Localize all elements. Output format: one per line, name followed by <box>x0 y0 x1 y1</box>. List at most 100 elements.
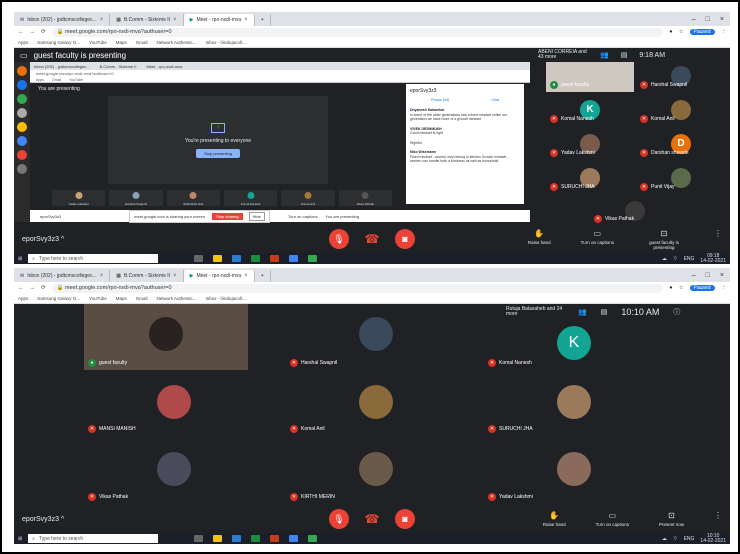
browser-tab[interactable]: ✉ Inbox (202) - jpdtcmscollegec... × <box>14 270 111 282</box>
bookmark[interactable]: Maps <box>116 40 127 45</box>
tab-chat[interactable]: Chat <box>491 98 498 102</box>
app-icon[interactable] <box>308 255 318 262</box>
close-window-icon[interactable]: × <box>720 16 724 23</box>
word-icon[interactable] <box>232 535 242 542</box>
taskbar-clock[interactable]: 10:10 14-02-2021 <box>700 533 726 544</box>
more-options-button[interactable]: ⋮ <box>714 229 722 250</box>
close-icon[interactable]: × <box>244 17 248 23</box>
bookmark[interactable]: Apps <box>18 40 28 45</box>
explorer-icon[interactable] <box>213 255 223 262</box>
task-view-icon[interactable] <box>194 535 204 542</box>
ppt-icon[interactable] <box>270 535 280 542</box>
people-icon[interactable]: 👥 <box>578 308 587 316</box>
language[interactable]: ENG <box>684 256 695 262</box>
star-icon[interactable]: ☆ <box>679 29 684 35</box>
forward-icon[interactable]: → <box>30 29 36 35</box>
chat-icon[interactable]: ▤ <box>601 308 608 316</box>
tab-people[interactable]: People (54) <box>431 98 449 102</box>
wifi-icon[interactable]: ⌔ <box>673 256 678 262</box>
app-icon[interactable] <box>308 535 318 542</box>
end-call-button[interactable]: ☎ <box>361 512 383 526</box>
taskbar-search[interactable]: ⌕ Type here to search <box>28 254 159 263</box>
menu-icon[interactable]: ⋮ <box>721 29 727 35</box>
captions-button[interactable]: ▭ Turn on captions <box>596 511 629 527</box>
bookmark[interactable]: Gmail <box>136 296 148 301</box>
close-icon[interactable]: × <box>173 17 177 23</box>
chevron-up-icon[interactable]: ^ <box>61 236 64 243</box>
camera-icon[interactable]: ● <box>669 285 672 291</box>
browser-tab[interactable]: ✉ Inbox (202) - jpdtcmscollegec... × <box>14 14 111 26</box>
chrome-icon[interactable] <box>289 255 299 262</box>
back-icon[interactable]: ← <box>18 29 24 35</box>
wifi-icon[interactable]: ⌔ <box>673 536 678 542</box>
mic-off-button[interactable]: 🎙 <box>329 509 349 529</box>
present-now-button[interactable]: ⊡ Present now <box>659 511 684 527</box>
close-icon[interactable]: × <box>244 273 248 279</box>
new-tab-button[interactable]: + <box>255 270 271 282</box>
meeting-code[interactable]: eporSvy3z3 <box>22 516 59 523</box>
close-icon[interactable]: × <box>173 273 177 279</box>
reload-icon[interactable]: ⟳ <box>41 285 46 291</box>
bookmark[interactable]: Inbox - hindujacoll... <box>206 296 246 301</box>
new-tab-button[interactable]: + <box>255 14 271 26</box>
end-call-button[interactable]: ☎ <box>361 232 383 246</box>
close-window-icon[interactable]: × <box>720 272 724 279</box>
profile-button[interactable]: Paused <box>689 285 715 291</box>
profile-button[interactable]: Paused <box>689 29 715 35</box>
maximize-icon[interactable]: □ <box>706 272 710 279</box>
windows-icon[interactable]: ⊞ <box>18 256 22 262</box>
camera-icon[interactable]: ● <box>669 29 672 35</box>
bookmark[interactable]: YouTube <box>89 296 107 301</box>
bookmark[interactable]: Apps <box>18 296 28 301</box>
bookmark[interactable]: Maps <box>116 296 127 301</box>
url-field[interactable]: 🔒 meet.google.com/rpo-nxdi-mva?authuser=… <box>51 27 664 37</box>
presenting-button[interactable]: ⊡ guest faculty is presenting <box>644 229 684 250</box>
browser-tab-active[interactable]: ▶ Meet - rpo-nxdi-mva × <box>183 14 255 26</box>
reload-icon[interactable]: ⟳ <box>41 29 46 35</box>
ppt-icon[interactable] <box>270 255 280 262</box>
browser-tab[interactable]: ▦ B.Comm - Sixteme II × <box>110 270 184 282</box>
windows-icon[interactable]: ⊞ <box>18 536 22 542</box>
raise-hand-button[interactable]: ✋ Raise hand <box>543 511 566 527</box>
minimize-icon[interactable]: – <box>692 16 696 23</box>
chevron-up-icon[interactable]: ^ <box>61 516 64 523</box>
camera-off-button[interactable]: ◙ <box>395 229 415 249</box>
menu-icon[interactable]: ⋮ <box>721 285 727 291</box>
stop-sharing-button[interactable]: Stop sharing <box>212 212 243 220</box>
info-icon[interactable]: ⓘ <box>673 307 680 317</box>
camera-off-button[interactable]: ◙ <box>395 509 415 529</box>
url-field[interactable]: 🔒 meet.google.com/rpo-nxdi-mva?authuser=… <box>51 283 664 293</box>
browser-tab-active[interactable]: ▶ Meet - rpo-nxdi-mva × <box>183 270 255 282</box>
excel-icon[interactable] <box>251 535 261 542</box>
mic-off-button[interactable]: 🎙 <box>329 229 349 249</box>
taskbar-search[interactable]: ⌕ Type here to search <box>28 534 159 543</box>
chrome-icon[interactable] <box>289 535 299 542</box>
browser-tab[interactable]: ▦ B.Comm - Sixteme II × <box>110 14 184 26</box>
captions-button[interactable]: ▭ Turn on captions <box>581 229 614 250</box>
maximize-icon[interactable]: □ <box>706 16 710 23</box>
bookmark[interactable]: YouTube <box>89 40 107 45</box>
excel-icon[interactable] <box>251 255 261 262</box>
stop-presenting-button[interactable]: Stop presenting <box>195 148 241 158</box>
bookmark[interactable]: Network Authentic... <box>157 296 197 301</box>
bookmark[interactable]: Gmail <box>136 40 148 45</box>
bookmark[interactable]: Samsung Galaxy O... <box>37 40 80 45</box>
forward-icon[interactable]: → <box>30 285 36 291</box>
close-icon[interactable]: × <box>100 273 104 279</box>
back-icon[interactable]: ← <box>18 285 24 291</box>
raise-hand-button[interactable]: ✋ Raise hand <box>528 229 551 250</box>
minimize-icon[interactable]: – <box>692 272 696 279</box>
bookmark[interactable]: Samsung Galaxy O... <box>37 296 80 301</box>
close-icon[interactable]: × <box>100 17 104 23</box>
more-options-button[interactable]: ⋮ <box>714 511 722 527</box>
language[interactable]: ENG <box>684 536 695 542</box>
task-view-icon[interactable] <box>194 255 204 262</box>
bookmark[interactable]: Inbox - hindujacoll... <box>206 40 246 45</box>
explorer-icon[interactable] <box>213 535 223 542</box>
hide-notice-button[interactable]: Hide <box>248 211 265 221</box>
taskbar-clock[interactable]: 09:18 14-02-2021 <box>700 253 726 264</box>
meeting-code[interactable]: eporSvy3z3 <box>22 236 59 243</box>
star-icon[interactable]: ☆ <box>679 285 684 291</box>
word-icon[interactable] <box>232 255 242 262</box>
bookmark[interactable]: Network Authentic... <box>157 40 197 45</box>
